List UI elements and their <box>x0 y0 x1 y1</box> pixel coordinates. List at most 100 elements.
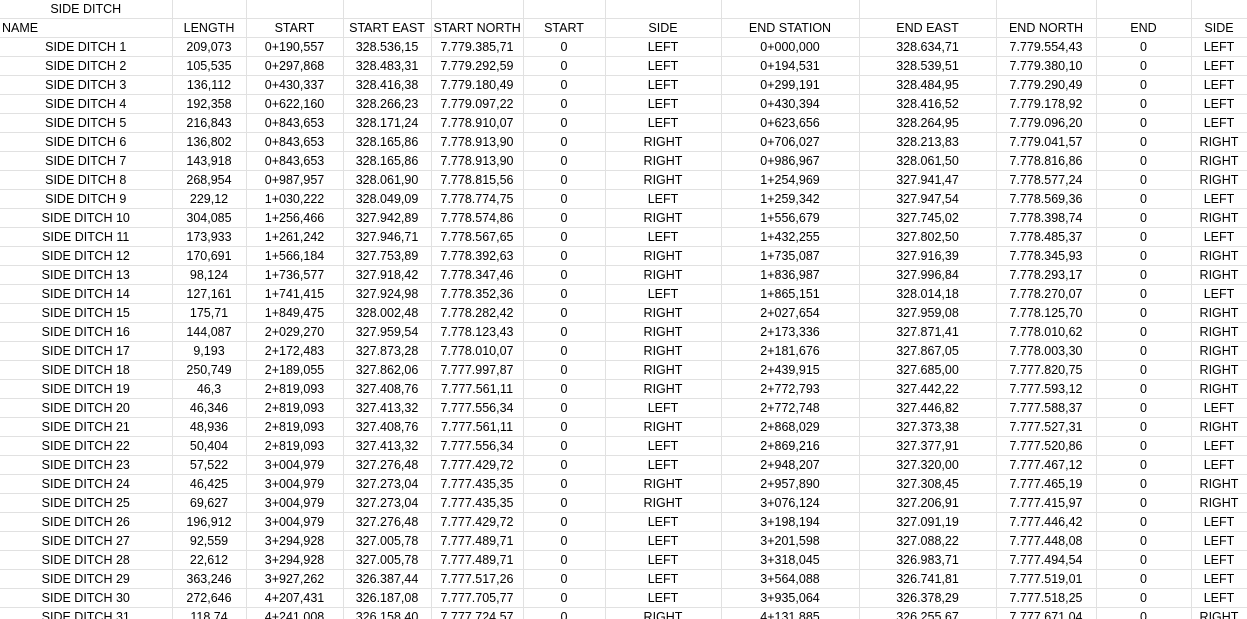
cell-side[interactable]: LEFT <box>605 588 722 608</box>
cell-start-elev[interactable]: 0 <box>523 284 606 304</box>
cell-end-side[interactable]: LEFT <box>1191 398 1247 418</box>
cell-start-elev[interactable]: 0 <box>523 550 606 570</box>
cell-end-east[interactable]: 328.484,95 <box>859 75 997 95</box>
cell-start-east[interactable]: 326.158,40 <box>343 607 432 619</box>
cell-start-north[interactable]: 7.778.774,75 <box>431 189 524 209</box>
cell-end-station[interactable]: 2+772,793 <box>721 379 860 399</box>
cell-name[interactable]: SIDE DITCH 27 <box>0 531 173 551</box>
cell-name[interactable]: SIDE DITCH 1 <box>0 37 173 57</box>
cell-name[interactable]: SIDE DITCH 23 <box>0 455 173 475</box>
cell-length[interactable]: 127,161 <box>172 284 247 304</box>
cell-length[interactable]: 173,933 <box>172 227 247 247</box>
cell-end-elev[interactable]: 0 <box>1096 227 1192 247</box>
cell-side[interactable]: RIGHT <box>605 170 722 190</box>
cell-side[interactable]: LEFT <box>605 512 722 532</box>
cell-side[interactable]: LEFT <box>605 75 722 95</box>
cell-start-elev[interactable]: 0 <box>523 436 606 456</box>
cell-start-station[interactable]: 2+029,270 <box>246 322 344 342</box>
header-cell-end-side[interactable]: SIDE <box>1191 18 1247 38</box>
cell-length[interactable]: 50,404 <box>172 436 247 456</box>
cell-end-north[interactable]: 7.778.003,30 <box>996 341 1097 361</box>
cell-end-east[interactable]: 327.871,41 <box>859 322 997 342</box>
cell-start-north[interactable]: 7.778.352,36 <box>431 284 524 304</box>
cell-side[interactable]: RIGHT <box>605 208 722 228</box>
cell-start-east[interactable]: 328.536,15 <box>343 37 432 57</box>
cell-side[interactable]: RIGHT <box>605 360 722 380</box>
cell-end-north[interactable]: 7.778.293,17 <box>996 265 1097 285</box>
cell-end-side[interactable]: RIGHT <box>1191 170 1247 190</box>
cell-end-east[interactable]: 328.264,95 <box>859 113 997 133</box>
cell-length[interactable]: 363,246 <box>172 569 247 589</box>
header-cell-start-east[interactable] <box>343 0 432 19</box>
cell-end-north[interactable]: 7.778.569,36 <box>996 189 1097 209</box>
header-cell-start-north[interactable]: START NORTH <box>431 18 524 38</box>
cell-end-east[interactable]: 327.959,08 <box>859 303 997 323</box>
cell-start-elev[interactable]: 0 <box>523 208 606 228</box>
cell-name[interactable]: SIDE DITCH 7 <box>0 151 173 171</box>
cell-side[interactable]: RIGHT <box>605 379 722 399</box>
cell-end-north[interactable]: 7.777.671,04 <box>996 607 1097 619</box>
cell-start-elev[interactable]: 0 <box>523 37 606 57</box>
cell-start-north[interactable]: 7.779.385,71 <box>431 37 524 57</box>
cell-end-station[interactable]: 2+948,207 <box>721 455 860 475</box>
cell-end-side[interactable]: LEFT <box>1191 588 1247 608</box>
cell-name[interactable]: SIDE DITCH 3 <box>0 75 173 95</box>
cell-side[interactable]: RIGHT <box>605 265 722 285</box>
cell-end-north[interactable]: 7.777.467,12 <box>996 455 1097 475</box>
cell-length[interactable]: 48,936 <box>172 417 247 437</box>
cell-end-east[interactable]: 327.941,47 <box>859 170 997 190</box>
cell-start-elev[interactable]: 0 <box>523 455 606 475</box>
cell-end-north[interactable]: 7.777.820,75 <box>996 360 1097 380</box>
cell-end-station[interactable]: 1+735,087 <box>721 246 860 266</box>
cell-start-north[interactable]: 7.778.815,56 <box>431 170 524 190</box>
cell-end-side[interactable]: RIGHT <box>1191 417 1247 437</box>
cell-end-station[interactable]: 2+957,890 <box>721 474 860 494</box>
cell-start-east[interactable]: 327.873,28 <box>343 341 432 361</box>
cell-end-station[interactable]: 0+986,967 <box>721 151 860 171</box>
cell-end-side[interactable]: RIGHT <box>1191 607 1247 619</box>
cell-end-side[interactable]: LEFT <box>1191 56 1247 76</box>
cell-end-side[interactable]: LEFT <box>1191 436 1247 456</box>
cell-end-elev[interactable]: 0 <box>1096 132 1192 152</box>
cell-length[interactable]: 144,087 <box>172 322 247 342</box>
cell-end-east[interactable]: 328.416,52 <box>859 94 997 114</box>
cell-side[interactable]: RIGHT <box>605 303 722 323</box>
cell-length[interactable]: 304,085 <box>172 208 247 228</box>
cell-end-side[interactable]: LEFT <box>1191 227 1247 247</box>
cell-start-station[interactable]: 0+430,337 <box>246 75 344 95</box>
cell-start-east[interactable]: 326.187,08 <box>343 588 432 608</box>
cell-start-east[interactable]: 327.276,48 <box>343 512 432 532</box>
cell-start-north[interactable]: 7.777.435,35 <box>431 493 524 513</box>
cell-start-station[interactable]: 0+190,557 <box>246 37 344 57</box>
cell-length[interactable]: 268,954 <box>172 170 247 190</box>
cell-end-elev[interactable]: 0 <box>1096 398 1192 418</box>
cell-name[interactable]: SIDE DITCH 29 <box>0 569 173 589</box>
cell-start-station[interactable]: 1+256,466 <box>246 208 344 228</box>
cell-end-elev[interactable]: 0 <box>1096 56 1192 76</box>
cell-name[interactable]: SIDE DITCH 18 <box>0 360 173 380</box>
cell-start-east[interactable]: 328.416,38 <box>343 75 432 95</box>
cell-start-east[interactable]: 327.276,48 <box>343 455 432 475</box>
cell-length[interactable]: 229,12 <box>172 189 247 209</box>
cell-start-north[interactable]: 7.778.123,43 <box>431 322 524 342</box>
header-cell-end-elev[interactable] <box>1096 0 1192 19</box>
header-cell-length[interactable] <box>172 0 247 19</box>
cell-end-station[interactable]: 3+076,124 <box>721 493 860 513</box>
cell-end-east[interactable]: 327.916,39 <box>859 246 997 266</box>
cell-name[interactable]: SIDE DITCH 8 <box>0 170 173 190</box>
cell-end-station[interactable]: 3+198,194 <box>721 512 860 532</box>
cell-name[interactable]: SIDE DITCH 5 <box>0 113 173 133</box>
cell-end-station[interactable]: 3+318,045 <box>721 550 860 570</box>
cell-start-east[interactable]: 327.959,54 <box>343 322 432 342</box>
cell-end-east[interactable]: 327.867,05 <box>859 341 997 361</box>
cell-start-station[interactable]: 3+004,979 <box>246 493 344 513</box>
cell-end-north[interactable]: 7.778.816,86 <box>996 151 1097 171</box>
cell-end-station[interactable]: 0+430,394 <box>721 94 860 114</box>
cell-start-north[interactable]: 7.778.282,42 <box>431 303 524 323</box>
cell-start-north[interactable]: 7.777.517,26 <box>431 569 524 589</box>
cell-end-elev[interactable]: 0 <box>1096 113 1192 133</box>
cell-start-elev[interactable]: 0 <box>523 531 606 551</box>
cell-start-station[interactable]: 1+741,415 <box>246 284 344 304</box>
cell-side[interactable]: LEFT <box>605 37 722 57</box>
cell-side[interactable]: RIGHT <box>605 607 722 619</box>
